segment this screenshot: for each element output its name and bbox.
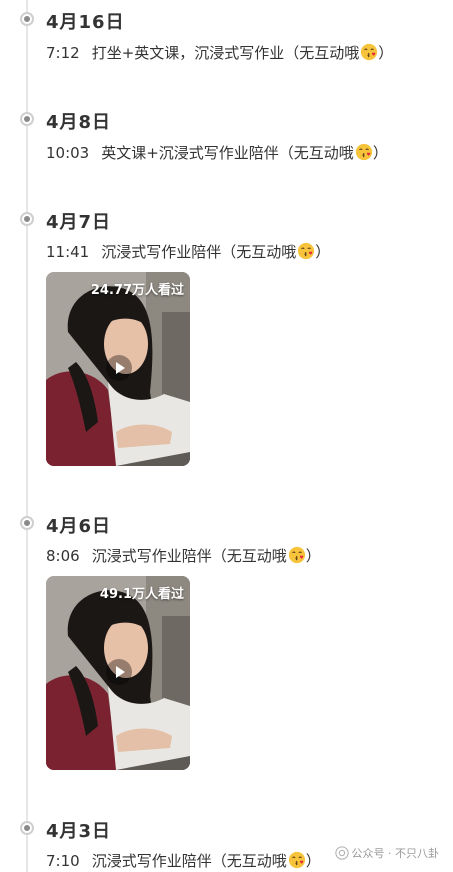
entry-time: 10:03 bbox=[46, 144, 90, 162]
face-blowing-kiss-emoji-icon bbox=[361, 43, 378, 61]
video-thumbnail[interactable]: 24.77万人看过 bbox=[46, 272, 190, 466]
face-blowing-kiss-emoji-icon bbox=[288, 546, 305, 564]
play-icon[interactable] bbox=[106, 659, 132, 685]
timeline-line bbox=[26, 0, 28, 872]
video-view-count: 49.1万人看过 bbox=[99, 587, 184, 602]
watermark: 公众号 · 不只八卦 bbox=[334, 845, 440, 861]
video-thumbnail[interactable]: 49.1万人看过 bbox=[46, 576, 190, 770]
entry-text-close: ） bbox=[305, 852, 321, 870]
entry-date: 4月6日 bbox=[46, 516, 112, 537]
entry-date: 4月8日 bbox=[46, 112, 112, 133]
face-blowing-kiss-emoji-icon bbox=[288, 851, 305, 869]
entry-time: 7:10 bbox=[46, 852, 80, 870]
timeline-dot-icon bbox=[20, 212, 34, 226]
timeline-dot-icon bbox=[20, 12, 34, 26]
watermark-text: 公众号 · 不只八卦 bbox=[351, 847, 440, 860]
entry-text: 打坐+英文课，沉浸式写作业（无互动哦 bbox=[91, 44, 360, 62]
entry-description: 7:12 打坐+英文课，沉浸式写作业（无互动哦 ） bbox=[46, 42, 393, 63]
entry-text-close: ） bbox=[372, 144, 388, 162]
entry-text-close: ） bbox=[315, 243, 331, 261]
video-view-count: 24.77万人看过 bbox=[90, 283, 184, 298]
entry-date: 4月7日 bbox=[46, 212, 112, 233]
entry-text: 英文课+沉浸式写作业陪伴（无互动哦 bbox=[101, 144, 354, 162]
face-blowing-kiss-emoji-icon bbox=[298, 242, 315, 260]
entry-time: 8:06 bbox=[46, 547, 80, 565]
entry-text: 沉浸式写作业陪伴（无互动哦 bbox=[91, 852, 287, 870]
entry-date: 4月3日 bbox=[46, 821, 112, 842]
face-blowing-kiss-emoji-icon bbox=[355, 143, 372, 161]
entry-description: 8:06 沉浸式写作业陪伴（无互动哦 ） bbox=[46, 545, 321, 566]
entry-date: 4月16日 bbox=[46, 12, 125, 33]
entry-text-close: ） bbox=[305, 547, 321, 565]
wechat-official-account-icon bbox=[334, 846, 349, 860]
entry-description: 10:03 英文课+沉浸式写作业陪伴（无互动哦 ） bbox=[46, 142, 388, 163]
timeline-dot-icon bbox=[20, 821, 34, 835]
entry-text-close: ） bbox=[378, 44, 394, 62]
timeline-dot-icon bbox=[20, 516, 34, 530]
entry-text: 沉浸式写作业陪伴（无互动哦 bbox=[91, 547, 287, 565]
entry-time: 7:12 bbox=[46, 44, 80, 62]
entry-description: 11:41 沉浸式写作业陪伴（无互动哦 ） bbox=[46, 241, 330, 262]
entry-text: 沉浸式写作业陪伴（无互动哦 bbox=[101, 243, 297, 261]
timeline-dot-icon bbox=[20, 112, 34, 126]
play-icon[interactable] bbox=[106, 355, 132, 381]
entry-description: 7:10 沉浸式写作业陪伴（无互动哦 ） bbox=[46, 850, 321, 871]
entry-time: 11:41 bbox=[46, 243, 90, 261]
